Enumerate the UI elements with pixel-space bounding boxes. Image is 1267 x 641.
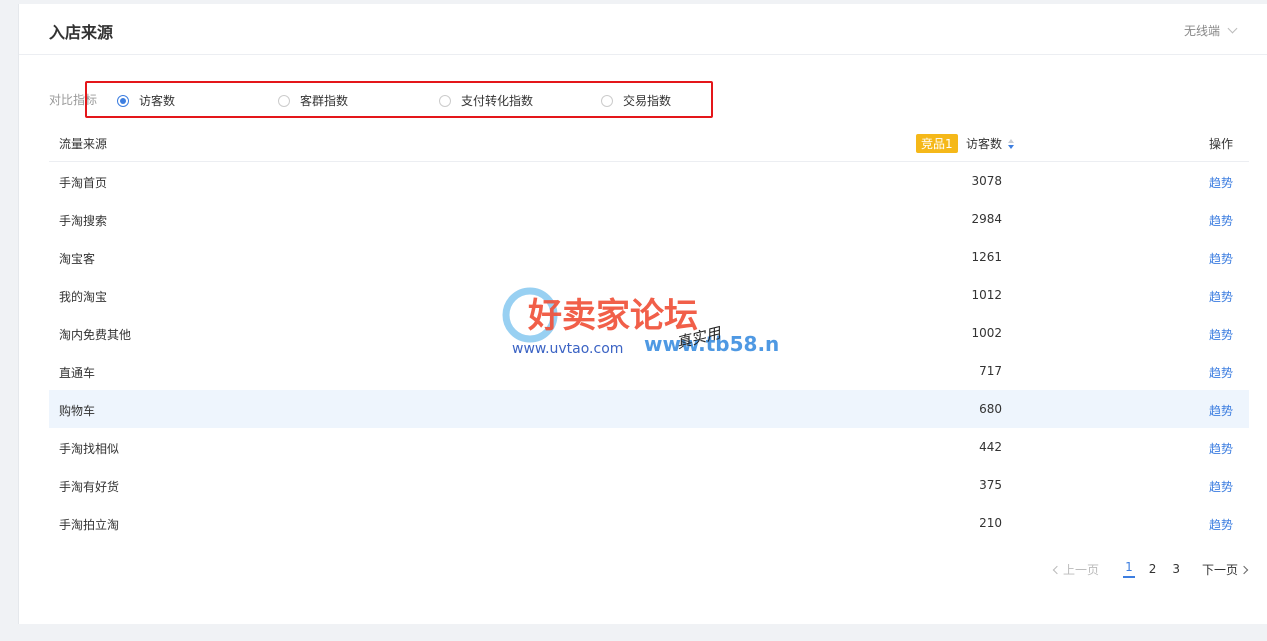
visitors-cell: 717 <box>979 364 1002 378</box>
traffic-source-table: 流量来源 竞品1 访客数 操作 手淘首页 3078 趋势 手淘搜索 2984 趋… <box>49 124 1249 542</box>
source-cell: 手淘首页 <box>59 176 108 190</box>
page-3-button[interactable]: 3 <box>1170 562 1182 576</box>
trend-link[interactable]: 趋势 <box>1209 212 1233 229</box>
visitors-cell: 1012 <box>971 288 1002 302</box>
visitors-cell: 1002 <box>971 326 1002 340</box>
sort-icon[interactable] <box>1008 139 1015 149</box>
visitors-cell: 375 <box>979 478 1002 492</box>
col-header-action: 操作 <box>1208 137 1233 151</box>
trend-link[interactable]: 趋势 <box>1209 288 1233 305</box>
visitors-cell: 442 <box>979 440 1002 454</box>
panel-header: 入店来源 无线端 <box>19 4 1267 55</box>
prev-page-button[interactable]: 上一页 <box>1052 561 1100 578</box>
table-row: 淘宝客 1261 趋势 <box>49 238 1249 276</box>
radio-unchecked-icon <box>439 94 451 107</box>
trend-link[interactable]: 趋势 <box>1209 364 1233 381</box>
device-select-label: 无线端 <box>1183 24 1220 38</box>
visitors-cell: 2984 <box>971 212 1002 226</box>
chevron-right-icon <box>1239 565 1249 574</box>
radio-transaction-index[interactable]: 交易指数 <box>601 92 671 109</box>
table-row: 直通车 717 趋势 <box>49 352 1249 390</box>
visitors-cell: 1261 <box>971 250 1002 264</box>
source-cell: 购物车 <box>59 404 96 418</box>
chevron-left-icon <box>1052 565 1062 574</box>
trend-link[interactable]: 趋势 <box>1209 478 1233 495</box>
trend-link[interactable]: 趋势 <box>1209 440 1233 457</box>
chevron-down-icon <box>1227 23 1238 34</box>
page-2-button[interactable]: 2 <box>1147 562 1159 576</box>
device-select[interactable]: 无线端 <box>1183 22 1238 39</box>
col-header-visitors[interactable]: 访客数 <box>966 135 1015 152</box>
traffic-source-panel: 入店来源 无线端 对比指标 访客数 客群指数 支付转化指数 交易指数 流量来源 … <box>18 4 1267 624</box>
page-bottom-bar <box>0 624 1267 641</box>
col-header-visitors-label: 访客数 <box>966 137 1003 151</box>
radio-label: 客群指数 <box>300 94 349 108</box>
radio-unchecked-icon <box>601 94 613 107</box>
table-row: 手淘有好货 375 趋势 <box>49 466 1249 504</box>
source-cell: 手淘有好货 <box>59 480 120 494</box>
table-row: 手淘找相似 442 趋势 <box>49 428 1249 466</box>
source-cell: 手淘拍立淘 <box>59 518 120 532</box>
radio-label: 支付转化指数 <box>461 94 534 108</box>
radio-label: 访客数 <box>139 94 176 108</box>
trend-link[interactable]: 趋势 <box>1209 402 1233 419</box>
source-cell: 淘宝客 <box>59 252 96 266</box>
page-title: 入店来源 <box>49 23 114 42</box>
radio-checked-icon <box>117 94 129 107</box>
source-cell: 直通车 <box>59 366 96 380</box>
trend-link[interactable]: 趋势 <box>1209 250 1233 267</box>
visitors-cell: 210 <box>979 516 1002 530</box>
col-header-source: 流量来源 <box>59 137 108 151</box>
pagination: 上一页 1 2 3 下一页 <box>1052 560 1249 578</box>
trend-link[interactable]: 趋势 <box>1209 326 1233 343</box>
table-row: 我的淘宝 1012 趋势 <box>49 276 1249 314</box>
radio-visitors[interactable]: 访客数 <box>117 92 175 109</box>
trend-link[interactable]: 趋势 <box>1209 174 1233 191</box>
radio-customer-index[interactable]: 客群指数 <box>278 92 348 109</box>
prev-page-label: 上一页 <box>1063 562 1100 577</box>
page-1-button[interactable]: 1 <box>1123 560 1135 578</box>
table-row: 购物车 680 趋势 <box>49 390 1249 428</box>
table-row: 手淘搜索 2984 趋势 <box>49 200 1249 238</box>
source-cell: 手淘搜索 <box>59 214 108 228</box>
page-left-edge <box>0 0 9 641</box>
visitors-cell: 680 <box>979 402 1002 416</box>
radio-unchecked-icon <box>278 94 290 107</box>
competitor-badge: 竞品1 <box>916 134 958 153</box>
table-header: 流量来源 竞品1 访客数 操作 <box>49 124 1249 162</box>
source-cell: 我的淘宝 <box>59 290 108 304</box>
radio-label: 交易指数 <box>623 94 672 108</box>
table-row: 手淘拍立淘 210 趋势 <box>49 504 1249 542</box>
next-page-label: 下一页 <box>1201 562 1238 577</box>
table-row: 淘内免费其他 1002 趋势 <box>49 314 1249 352</box>
next-page-button[interactable]: 下一页 <box>1201 561 1249 578</box>
visitors-cell: 3078 <box>971 174 1002 188</box>
radio-payment-conversion-index[interactable]: 支付转化指数 <box>439 92 533 109</box>
trend-link[interactable]: 趋势 <box>1209 516 1233 533</box>
source-cell: 淘内免费其他 <box>59 328 132 342</box>
source-cell: 手淘找相似 <box>59 442 120 456</box>
table-row: 手淘首页 3078 趋势 <box>49 162 1249 200</box>
